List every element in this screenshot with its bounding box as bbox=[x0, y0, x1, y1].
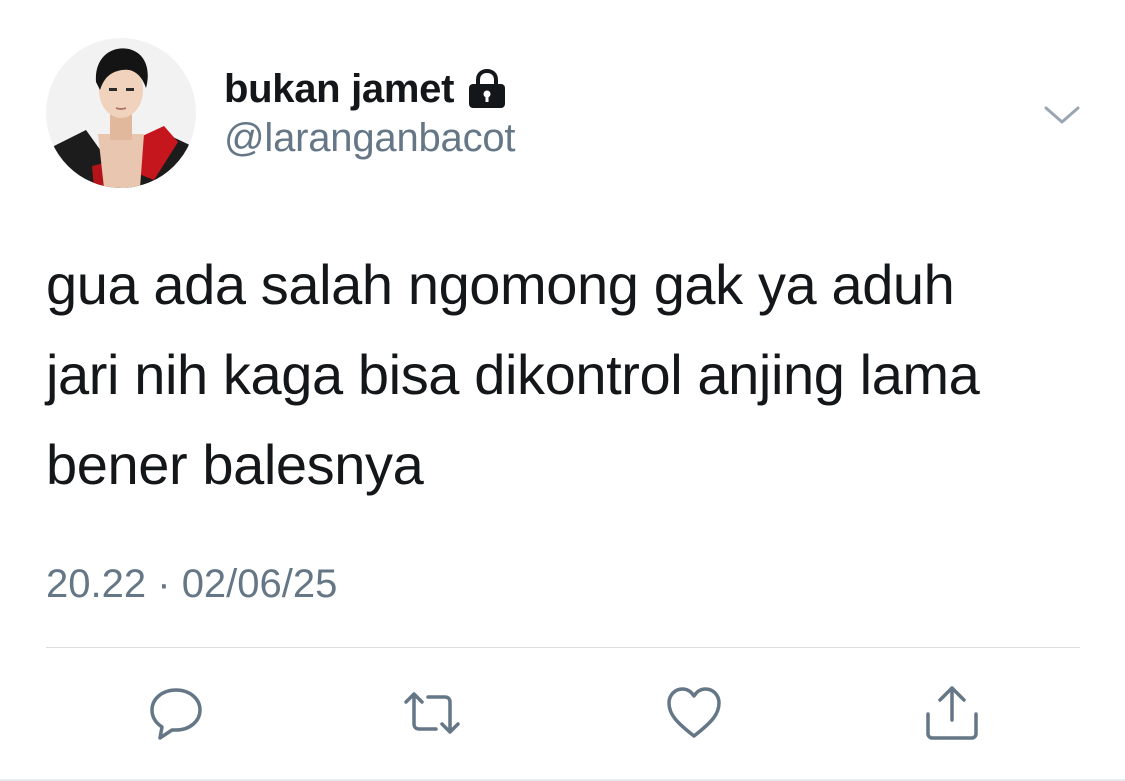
tweet-card: bukan jamet @laranganbacot gua ada salah… bbox=[0, 0, 1125, 781]
like-button[interactable] bbox=[664, 684, 724, 742]
user-name-row[interactable]: bukan jamet bbox=[224, 64, 508, 114]
tweet-date: 02/06/25 bbox=[181, 562, 338, 606]
tweet-text: gua ada salah ngomong gak ya aduh jari n… bbox=[46, 253, 980, 496]
share-icon bbox=[926, 686, 978, 740]
share-button[interactable] bbox=[922, 684, 982, 742]
divider bbox=[46, 647, 1080, 648]
retweet-icon bbox=[404, 692, 460, 734]
tweet-time: 20.22 bbox=[46, 562, 147, 606]
timestamp-separator: · bbox=[157, 562, 171, 606]
heart-icon bbox=[667, 687, 721, 738]
speech-bubble-icon bbox=[150, 688, 202, 740]
display-name[interactable]: bukan jamet bbox=[224, 67, 454, 112]
avatar-illustration bbox=[46, 38, 196, 188]
reply-button[interactable] bbox=[146, 684, 206, 742]
tweet-timestamp[interactable]: 20.22 · 02/06/25 bbox=[46, 562, 337, 607]
user-handle[interactable]: @laranganbacot bbox=[224, 116, 516, 161]
lock-icon bbox=[466, 68, 508, 109]
avatar[interactable] bbox=[46, 38, 196, 188]
chevron-down-icon[interactable] bbox=[1040, 96, 1084, 136]
retweet-button[interactable] bbox=[402, 684, 462, 742]
